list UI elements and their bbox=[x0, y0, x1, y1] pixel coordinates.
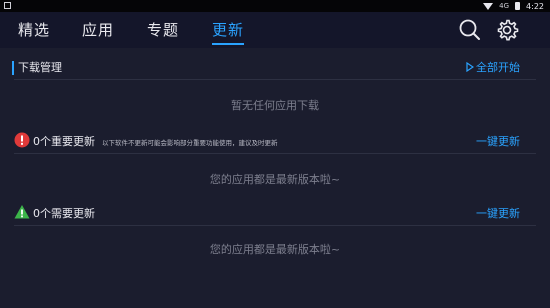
needed-updates-header: 0个需要更新 一键更新 bbox=[0, 200, 550, 226]
gear-icon bbox=[497, 19, 519, 41]
warning-triangle-icon bbox=[14, 205, 30, 219]
needed-empty-text: 您的应用都是最新版本啦~ bbox=[209, 243, 341, 256]
top-nav-bar: 精选 应用 专题 更新 bbox=[0, 12, 550, 48]
divider bbox=[14, 79, 536, 80]
divider bbox=[14, 153, 536, 154]
tab-label: 专题 bbox=[147, 21, 180, 39]
important-updates-description: 以下软件不更新可能会影响部分重要功能使用，建议及时更新 bbox=[102, 139, 278, 147]
wifi-icon bbox=[483, 2, 494, 10]
start-all-label: 全部开始 bbox=[476, 61, 520, 74]
status-bar-right: 4G 4:22 bbox=[483, 0, 544, 12]
battery-icon bbox=[515, 2, 521, 10]
start-all-button[interactable]: 全部开始 bbox=[466, 59, 520, 75]
search-button[interactable] bbox=[457, 17, 483, 43]
tab-topics[interactable]: 专题 bbox=[147, 12, 179, 48]
alert-circle-icon bbox=[14, 132, 30, 148]
status-time: 4:22 bbox=[526, 1, 544, 11]
tab-apps[interactable]: 应用 bbox=[82, 12, 114, 48]
important-empty-text: 您的应用都是最新版本啦~ bbox=[209, 173, 341, 186]
download-manager-header: 下载管理 全部开始 bbox=[0, 55, 550, 81]
divider bbox=[14, 225, 536, 226]
download-empty-text: 暂无任何应用下载 bbox=[231, 99, 319, 112]
tab-label: 应用 bbox=[82, 21, 115, 39]
download-manager-title: 下载管理 bbox=[18, 61, 62, 74]
signal-icon: 4G bbox=[499, 2, 510, 10]
tab-featured[interactable]: 精选 bbox=[18, 12, 50, 48]
status-bar: 4G 4:22 bbox=[0, 0, 550, 12]
settings-button[interactable] bbox=[494, 17, 520, 43]
needed-updates-title: 0个需要更新 bbox=[33, 207, 95, 220]
important-updates-header: 0个重要更新 以下软件不更新可能会影响部分重要功能使用，建议及时更新 一键更新 bbox=[0, 128, 550, 154]
tab-label: 精选 bbox=[18, 21, 51, 39]
tab-label: 更新 bbox=[212, 21, 245, 39]
important-updates-title: 0个重要更新 bbox=[33, 135, 95, 148]
important-update-all-button[interactable]: 一键更新 bbox=[476, 133, 520, 149]
play-icon bbox=[466, 62, 474, 72]
notification-icon bbox=[4, 2, 11, 9]
search-icon bbox=[459, 19, 480, 40]
needed-update-all-button[interactable]: 一键更新 bbox=[476, 205, 520, 221]
tab-updates[interactable]: 更新 bbox=[212, 12, 245, 48]
active-tab-indicator bbox=[212, 43, 245, 45]
section-marker bbox=[12, 61, 14, 75]
